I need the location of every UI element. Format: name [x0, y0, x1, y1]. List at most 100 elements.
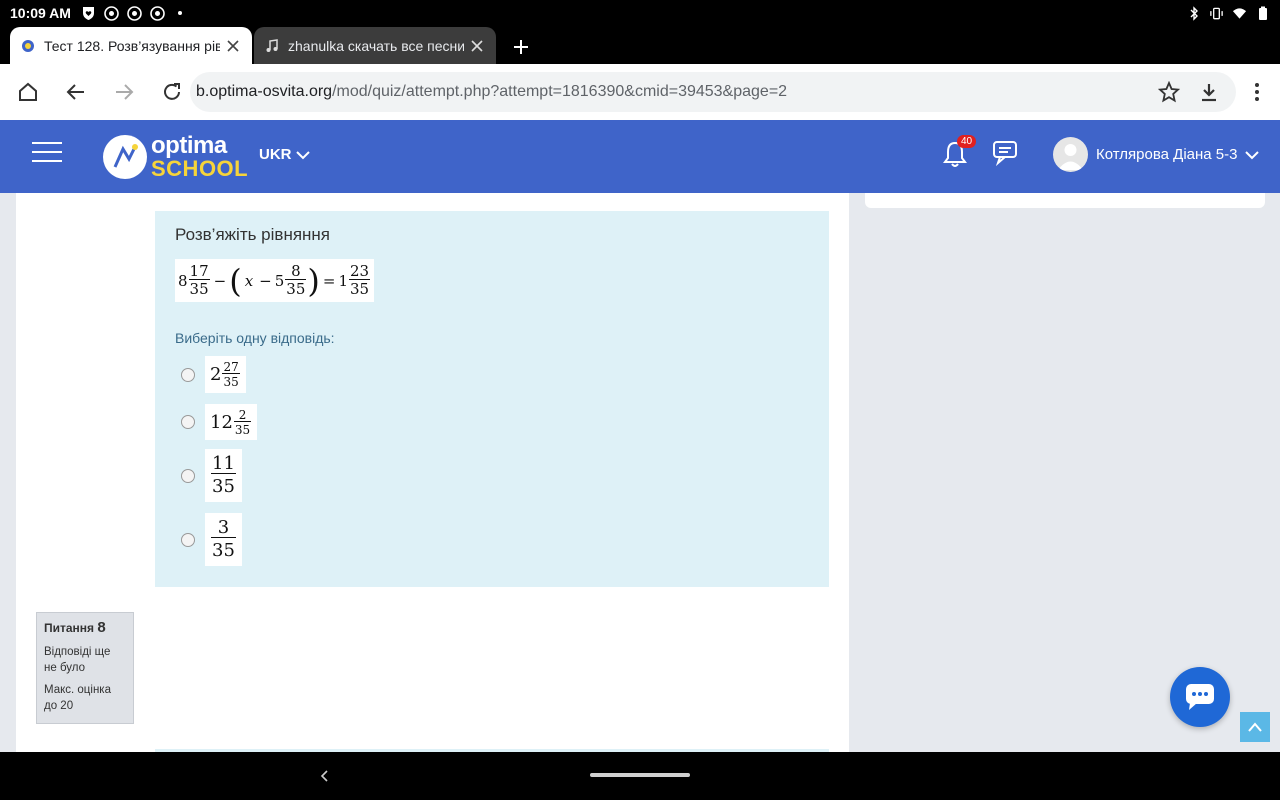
- logo-word-optima: optima: [151, 132, 227, 159]
- question-status: Відповіді ще не було: [44, 646, 111, 674]
- answer-num: 27: [223, 360, 239, 374]
- tab-strip: Тест 128. Розв’язування рівнянь zhanulka…: [0, 26, 1280, 64]
- chrome-icon: [127, 5, 142, 21]
- reload-icon[interactable]: [160, 80, 184, 104]
- bluetooth-icon: [1186, 5, 1201, 21]
- chevron-down-icon: [295, 150, 310, 159]
- answer-num: 2: [238, 407, 247, 422]
- eq-minus: −: [213, 271, 227, 290]
- question-number-value: 8: [97, 619, 106, 636]
- eq-num-2: 8: [291, 262, 301, 280]
- answer-fraction: 11 35: [211, 455, 236, 496]
- answer-option-1[interactable]: 2 27 35: [181, 356, 246, 393]
- answer-whole: 2: [210, 364, 222, 385]
- vibrate-icon: [1209, 6, 1224, 21]
- radio-button[interactable]: [181, 532, 195, 547]
- answer-option-3[interactable]: 11 35: [181, 449, 242, 502]
- page-body: Розв’яжіть рівняння 8 17 35 − ( x − 5 8 …: [0, 193, 1280, 752]
- answer-fraction: 27 35: [222, 360, 240, 389]
- new-tab-button[interactable]: [508, 34, 534, 60]
- back-icon[interactable]: [64, 80, 88, 104]
- radio-button[interactable]: [181, 367, 195, 382]
- question-number: Питання 8: [44, 619, 126, 636]
- logo-word-school: SCHOOL: [151, 156, 249, 181]
- answer-value: 11 35: [205, 449, 242, 502]
- answer-whole: 12: [210, 411, 233, 433]
- status-time: 10:09 AM: [10, 5, 71, 21]
- dot-icon: [173, 6, 188, 21]
- eq-num-1: 17: [189, 262, 209, 280]
- language-selector[interactable]: UKR: [259, 146, 310, 163]
- download-icon[interactable]: [1197, 80, 1221, 104]
- wifi-icon: [1232, 6, 1247, 21]
- avatar: [1053, 137, 1088, 172]
- tab-quiz[interactable]: Тест 128. Розв’язування рівнянь: [10, 27, 252, 64]
- tab-label: zhanulka скачать все песни: [288, 37, 464, 54]
- logo-emblem: [103, 135, 147, 179]
- chrome-icon: [150, 5, 165, 21]
- eq-variable: x: [244, 271, 254, 290]
- eq-den-3: 35: [349, 279, 371, 298]
- answer-fraction: 2 35: [233, 407, 252, 436]
- url-path: /mod/quiz/attempt.php?attempt=1816390&cm…: [332, 83, 788, 100]
- eq-den-1: 35: [188, 279, 210, 298]
- user-name: Котлярова Діана 5-3: [1096, 146, 1238, 163]
- answer-den: 35: [211, 537, 236, 560]
- question-max-grade: Макс. оцінка до 20: [44, 684, 111, 712]
- answer-num: 3: [217, 517, 230, 538]
- radio-button[interactable]: [181, 415, 195, 429]
- chrome-icon: [104, 5, 119, 21]
- notification-badge: 40: [957, 135, 977, 148]
- home-gesture-pill[interactable]: [590, 773, 690, 777]
- eq-num-3: 23: [350, 262, 370, 280]
- url-domain: b.optima-osvita.org: [196, 83, 333, 100]
- optima-icon: [20, 38, 36, 54]
- choose-answer-label: Виберіть одну відповідь:: [175, 330, 335, 346]
- eq-fraction-3: 23 35: [349, 262, 371, 298]
- optima-school-logo[interactable]: optima SCHOOL: [103, 134, 248, 180]
- open-paren: (: [229, 261, 242, 300]
- eq-whole-2: 5: [274, 271, 285, 290]
- tab-music[interactable]: zhanulka скачать все песни: [254, 27, 496, 64]
- answer-num: 11: [212, 453, 235, 474]
- browser-toolbar: b.optima-osvita.org/mod/quiz/attempt.php…: [0, 64, 1280, 120]
- equation: 8 17 35 − ( x − 5 8 35 ) = 1 23 35: [175, 259, 375, 302]
- chevron-down-icon: [1245, 150, 1260, 159]
- answer-option-2[interactable]: 12 2 35: [181, 404, 258, 440]
- battery-icon: [1255, 6, 1270, 21]
- plus-icon: [514, 40, 528, 54]
- messages-icon[interactable]: [992, 140, 1020, 167]
- scroll-to-top-button[interactable]: [1240, 712, 1270, 742]
- home-icon[interactable]: [16, 80, 40, 104]
- user-menu[interactable]: Котлярова Діана 5-3: [1053, 137, 1260, 172]
- address-bar[interactable]: b.optima-osvita.org/mod/quiz/attempt.php…: [190, 72, 1236, 112]
- question-title: Розв’яжіть рівняння: [175, 225, 331, 244]
- heart-shield-icon: [81, 6, 96, 21]
- more-vert-icon[interactable]: [1245, 80, 1269, 104]
- menu-icon[interactable]: [32, 142, 62, 164]
- nav-back-icon[interactable]: [316, 766, 332, 786]
- language-label: UKR: [259, 146, 292, 163]
- site-header: optima SCHOOL UKR Котлярова Діана 5-3: [0, 120, 1280, 193]
- chat-bubble-icon: [1186, 684, 1214, 710]
- chat-support-button[interactable]: [1170, 667, 1230, 727]
- star-icon[interactable]: [1157, 80, 1181, 104]
- quiz-column: Розв’яжіть рівняння 8 17 35 − ( x − 5 8 …: [16, 193, 849, 752]
- answer-value: 2 27 35: [205, 356, 246, 393]
- forward-icon[interactable]: [112, 80, 136, 104]
- chevron-up-icon: [1248, 722, 1262, 732]
- close-icon[interactable]: [468, 37, 486, 55]
- eq-equals: =: [322, 271, 336, 290]
- eq-minus-2: −: [259, 271, 272, 290]
- question-box: Розв’яжіть рівняння 8 17 35 − ( x − 5 8 …: [155, 211, 829, 587]
- radio-button[interactable]: [181, 468, 195, 483]
- eq-fraction-2: 8 35: [285, 262, 307, 297]
- eq-whole-1: 8: [178, 271, 188, 290]
- answer-option-4[interactable]: 3 35: [181, 513, 242, 566]
- answer-den: 35: [222, 373, 240, 389]
- eq-fraction-1: 17 35: [188, 262, 210, 298]
- close-icon[interactable]: [224, 37, 242, 55]
- eq-whole-3: 1: [338, 271, 348, 290]
- answer-fraction: 3 35: [211, 519, 236, 560]
- screen: 10:09 AM Тест 128. Розв’язування рів zha…: [0, 0, 1280, 800]
